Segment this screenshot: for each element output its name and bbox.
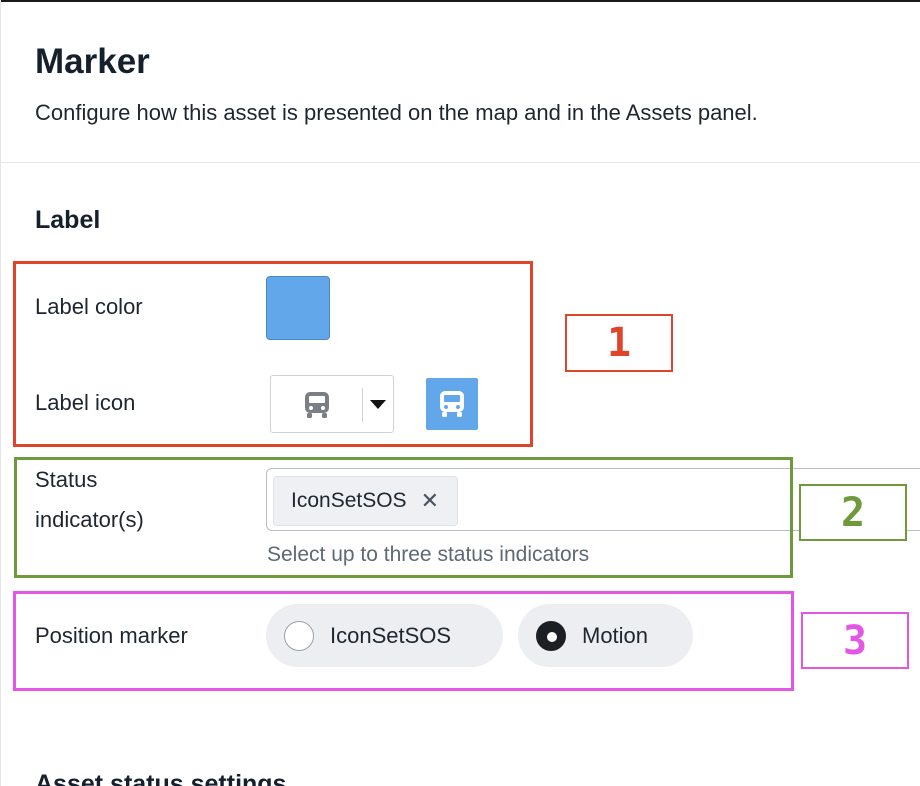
marker-header: Marker Configure how this asset is prese… — [0, 2, 920, 163]
page-subtitle: Configure how this asset is presented on… — [35, 100, 758, 125]
annotation-frame-3 — [13, 591, 794, 691]
annotation-label-2: 2 — [799, 484, 907, 541]
annotation-label-3: 3 — [801, 612, 909, 669]
annotation-label-1: 1 — [565, 314, 673, 372]
page-title: Marker — [35, 42, 150, 81]
annotation-frame-2 — [14, 457, 793, 578]
asset-status-settings-title: Asset status settings — [35, 770, 287, 786]
label-section-title: Label — [35, 206, 101, 234]
annotation-frame-1 — [13, 261, 533, 447]
